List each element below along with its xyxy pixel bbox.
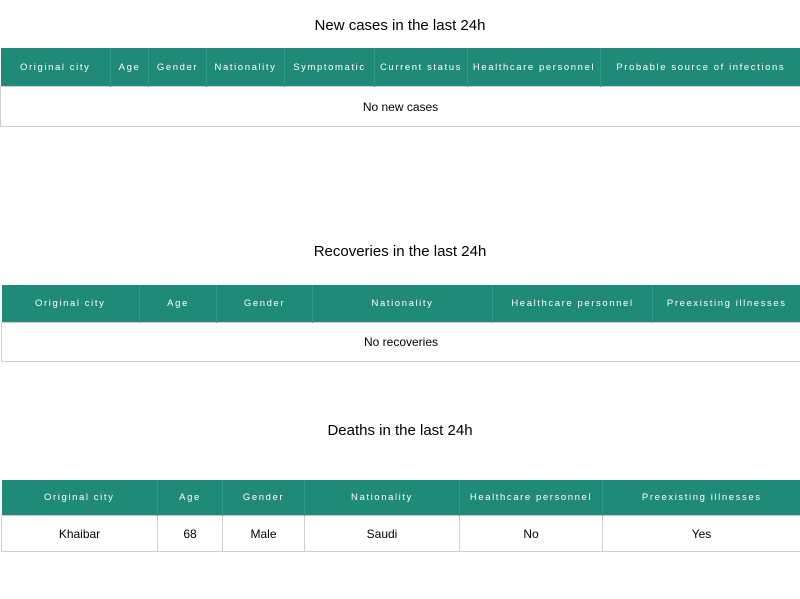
- new-cases-table: Original city Age Gender Nationality Sym…: [0, 48, 800, 127]
- column-header[interactable]: Original city: [0, 48, 111, 87]
- column-header[interactable]: Nationality: [304, 480, 460, 516]
- column-header[interactable]: Gender: [148, 48, 207, 87]
- table-header-row: Original city Age Gender Nationality Hea…: [1, 285, 800, 323]
- cell-age: 68: [157, 515, 223, 552]
- table-row: No new cases: [0, 86, 800, 127]
- cell-original-city: Khaibar: [1, 515, 158, 552]
- column-header[interactable]: Nationality: [312, 285, 493, 323]
- table-header-row: Original city Age Gender Nationality Sym…: [0, 48, 800, 87]
- column-header[interactable]: Preexisting illnesses: [652, 285, 800, 323]
- column-header[interactable]: Healthcare personnel: [467, 48, 601, 87]
- empty-message: No recoveries: [1, 322, 800, 362]
- column-header[interactable]: Age: [139, 285, 217, 323]
- cell-nationality: Saudi: [304, 515, 460, 552]
- deaths-title: Deaths in the last 24h: [327, 422, 473, 439]
- column-header[interactable]: Probable source of infections: [600, 48, 800, 87]
- table-header-row: Original city Age Gender Nationality Hea…: [1, 480, 800, 516]
- column-header[interactable]: Nationality: [206, 48, 285, 87]
- page: New cases in the last 24h Original city …: [0, 0, 800, 599]
- column-header[interactable]: Original city: [1, 285, 140, 323]
- column-header[interactable]: Original city: [1, 480, 158, 516]
- column-header[interactable]: Age: [157, 480, 223, 516]
- table-row: Khaibar 68 Male Saudi No Yes: [1, 515, 800, 552]
- column-header[interactable]: Gender: [216, 285, 313, 323]
- column-header[interactable]: Healthcare personnel: [459, 480, 603, 516]
- cell-healthcare-personnel: No: [459, 515, 603, 552]
- recoveries-table: Original city Age Gender Nationality Hea…: [1, 285, 800, 362]
- column-header[interactable]: Healthcare personnel: [492, 285, 653, 323]
- column-header[interactable]: Age: [110, 48, 149, 87]
- deaths-table: Original city Age Gender Nationality Hea…: [1, 480, 800, 552]
- cell-preexisting-illnesses: Yes: [602, 515, 800, 552]
- recoveries-title: Recoveries in the last 24h: [313, 243, 487, 260]
- column-header[interactable]: Symptomatic: [284, 48, 375, 87]
- column-header[interactable]: Gender: [222, 480, 305, 516]
- column-header[interactable]: Preexisting illnesses: [602, 480, 800, 516]
- table-row: No recoveries: [1, 322, 800, 362]
- empty-message: No new cases: [0, 86, 800, 127]
- cell-gender: Male: [222, 515, 305, 552]
- column-header[interactable]: Current status: [374, 48, 468, 87]
- new-cases-title: New cases in the last 24h: [314, 17, 486, 34]
